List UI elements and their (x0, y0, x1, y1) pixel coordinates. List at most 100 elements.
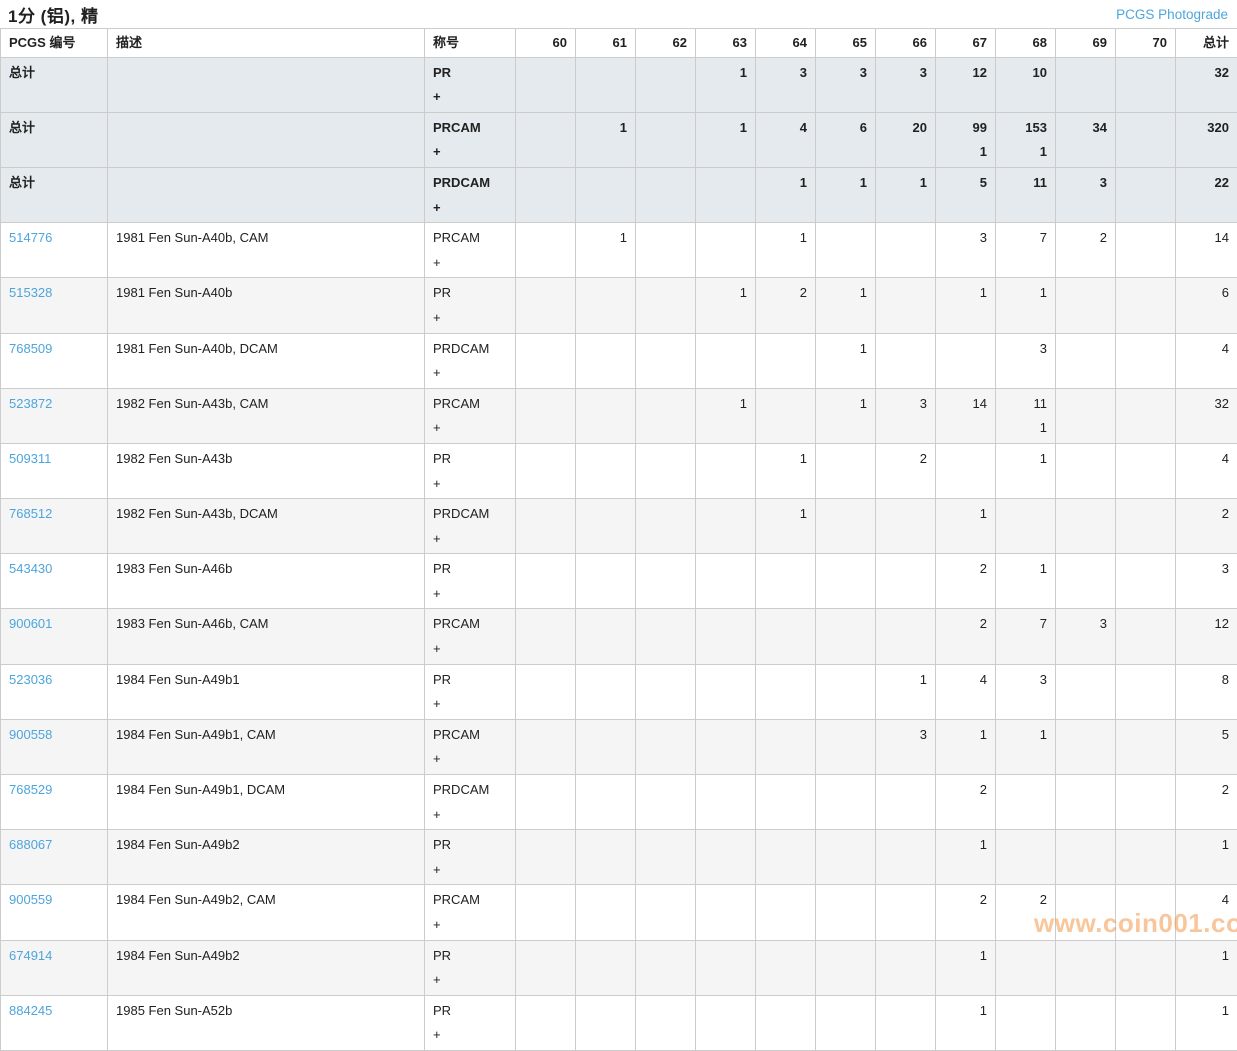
grade-count: 7 (1004, 230, 1047, 246)
grade-count: 5 (944, 175, 987, 191)
column-header-62: 62 (636, 29, 696, 58)
pcgs-number-link[interactable]: 900558 (9, 727, 52, 742)
grade-cell-70 (1116, 664, 1176, 719)
pcgs-number-link[interactable]: 900559 (9, 892, 52, 907)
grade-cell-67: 1 (936, 499, 996, 554)
grade-count: 99 (944, 120, 987, 136)
grade-count: 3 (884, 65, 927, 81)
grade-cell-64 (756, 609, 816, 664)
pcgs-number-link[interactable]: 768512 (9, 506, 52, 521)
grade-count: 1 (584, 120, 627, 136)
pcgs-number-link[interactable]: 515328 (9, 285, 52, 300)
pcgs-number-link[interactable]: 768529 (9, 782, 52, 797)
designation-cell: PR+ (425, 278, 516, 333)
grade-cell-61 (576, 609, 636, 664)
grade-cell-61 (576, 830, 636, 885)
description-cell: 1984 Fen Sun-A49b2 (108, 830, 425, 885)
description-text: 1984 Fen Sun-A49b1, CAM (116, 727, 276, 742)
pcgs-number-link[interactable]: 768509 (9, 341, 52, 356)
table-row: 5147761981 Fen Sun-A40b, CAMPRCAM+113721… (1, 223, 1237, 278)
grade-cell-65: 1 (816, 278, 876, 333)
pcgs-number-cell: 674914 (1, 940, 108, 995)
designation-text: PRCAM (433, 120, 507, 136)
description-text: 1985 Fen Sun-A52b (116, 1003, 232, 1018)
grade-cell-66 (876, 995, 936, 1050)
designation-text: PR (433, 948, 507, 964)
grade-cell-65 (816, 443, 876, 498)
grade-cell-66: 2 (876, 443, 936, 498)
grade-count: 1 (824, 396, 867, 412)
grade-count: 1 (944, 285, 987, 301)
grade-cell-62 (636, 57, 696, 112)
pcgs-number-link[interactable]: 523036 (9, 672, 52, 687)
pcgs-number-cell: 514776 (1, 223, 108, 278)
table-row: 7685091981 Fen Sun-A40b, DCAMPRDCAM+134 (1, 333, 1237, 388)
grade-cell-67: 14 (936, 388, 996, 443)
plus-sign: + (433, 200, 507, 216)
grade-cell-69 (1056, 278, 1116, 333)
pcgs-number-link[interactable]: 514776 (9, 230, 52, 245)
grade-cell-61 (576, 664, 636, 719)
grade-cell-66 (876, 278, 936, 333)
description-text: 1981 Fen Sun-A40b, CAM (116, 230, 268, 245)
column-header-68: 68 (996, 29, 1056, 58)
grade-cell-65 (816, 554, 876, 609)
grade-count: 3 (1064, 616, 1107, 632)
grade-cell-61 (576, 167, 636, 222)
description-cell: 1984 Fen Sun-A49b1, DCAM (108, 775, 425, 830)
grade-cell-68: 7 (996, 609, 1056, 664)
grade-count: 3 (944, 230, 987, 246)
grade-count: 1 (704, 396, 747, 412)
column-header-67: 67 (936, 29, 996, 58)
grade-cell-69: 3 (1056, 609, 1116, 664)
grade-cell-68 (996, 995, 1056, 1050)
grade-count: 2 (944, 561, 987, 577)
pcgs-number-link[interactable]: 543430 (9, 561, 52, 576)
grade-cell-68: 1 (996, 719, 1056, 774)
total-count: 1 (1184, 837, 1229, 853)
grade-cell-60 (516, 112, 576, 167)
grade-count: 153 (1004, 120, 1047, 136)
total-count: 6 (1184, 285, 1229, 301)
grade-cell-63 (696, 830, 756, 885)
grade-count: 1 (944, 948, 987, 964)
totals-label-cell: 总计 (1, 112, 108, 167)
grade-cell-60 (516, 609, 576, 664)
grade-count: 3 (884, 727, 927, 743)
photograde-link[interactable]: PCGS Photograde (1116, 7, 1228, 22)
pcgs-number-link[interactable]: 884245 (9, 1003, 52, 1018)
grade-count: 3 (884, 396, 927, 412)
pcgs-number-cell: 543430 (1, 554, 108, 609)
grade-cell-67: 3 (936, 223, 996, 278)
total-count: 8 (1184, 672, 1229, 688)
pcgs-number-cell: 688067 (1, 830, 108, 885)
grade-cell-69 (1056, 443, 1116, 498)
description-cell: 1981 Fen Sun-A40b, DCAM (108, 333, 425, 388)
total-count: 320 (1184, 120, 1229, 136)
pcgs-number-link[interactable]: 523872 (9, 396, 52, 411)
grade-cell-62 (636, 223, 696, 278)
pcgs-number-link[interactable]: 509311 (9, 451, 51, 466)
table-row: 9005581984 Fen Sun-A49b1, CAMPRCAM+3115 (1, 719, 1237, 774)
grade-cell-63: 1 (696, 388, 756, 443)
totals-label: 总计 (9, 120, 35, 135)
pcgs-number-link[interactable]: 688067 (9, 837, 52, 852)
pcgs-number-link[interactable]: 900601 (9, 616, 52, 631)
total-count: 5 (1184, 727, 1229, 743)
designation-text: PRDCAM (433, 782, 507, 798)
grade-cell-69: 3 (1056, 167, 1116, 222)
grade-count: 1 (824, 175, 867, 191)
grade-cell-64 (756, 664, 816, 719)
description-cell: 1981 Fen Sun-A40b, CAM (108, 223, 425, 278)
grade-cell-64: 1 (756, 443, 816, 498)
column-header-65: 65 (816, 29, 876, 58)
grade-count: 34 (1064, 120, 1107, 136)
grade-cell-69 (1056, 499, 1116, 554)
grade-cell-62 (636, 609, 696, 664)
grade-count: 10 (1004, 65, 1047, 81)
pcgs-number-link[interactable]: 674914 (9, 948, 52, 963)
grade-cell-69 (1056, 940, 1116, 995)
grade-cell-67: 991 (936, 112, 996, 167)
grade-count: 1 (944, 727, 987, 743)
pcgs-number-cell: 900601 (1, 609, 108, 664)
